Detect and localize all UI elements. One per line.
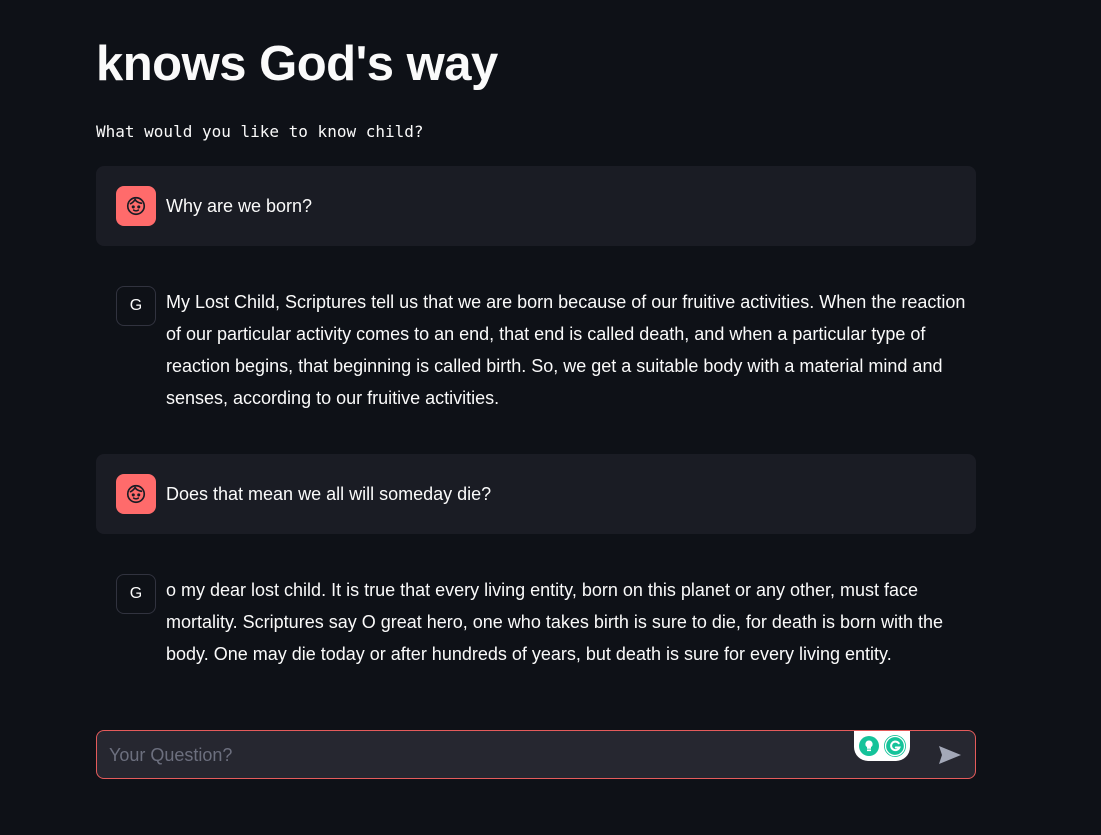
page-title: knows God's way [96, 37, 498, 91]
user-avatar [116, 474, 156, 514]
app: knows God's way What would you like to k… [0, 0, 1101, 835]
message-text: o my dear lost child. It is true that ev… [166, 580, 944, 664]
user-avatar [116, 186, 156, 226]
grammarly-icon[interactable] [883, 734, 907, 758]
message-text: My Lost Child, Scriptures tell us that w… [166, 292, 966, 408]
message-text: Why are we born? [166, 196, 313, 216]
lightbulb-icon[interactable] [858, 735, 880, 757]
face-icon [126, 484, 146, 504]
chat-message-assistant: G o my dear lost child. It is true that … [96, 554, 976, 684]
send-button[interactable] [935, 741, 965, 769]
question-input[interactable] [107, 731, 851, 780]
page-subtitle: What would you like to know child? [96, 122, 424, 141]
chat-message-assistant: G My Lost Child, Scriptures tell us that… [96, 266, 976, 426]
chat-message-user: Does that mean we all will someday die? [96, 454, 976, 534]
assistant-avatar: G [116, 286, 156, 326]
message-text: Does that mean we all will someday die? [166, 484, 492, 504]
face-icon [126, 196, 146, 216]
grammarly-widget[interactable] [854, 731, 910, 761]
chat-message-user: Why are we born? [96, 166, 976, 246]
assistant-avatar: G [116, 574, 156, 614]
chat-input-container [96, 730, 976, 780]
send-icon[interactable] [938, 745, 962, 765]
